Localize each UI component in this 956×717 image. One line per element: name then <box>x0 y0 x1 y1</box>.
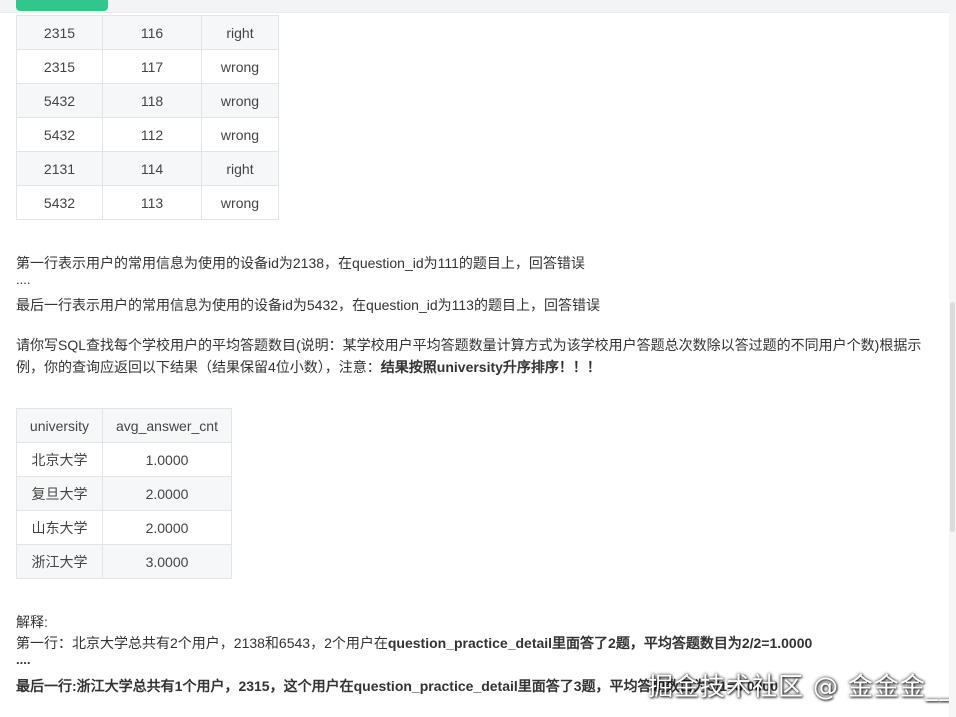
table-cell: 117 <box>102 49 202 84</box>
page-scrollbar[interactable] <box>949 12 956 717</box>
table-row: 浙江大学 3.0000 <box>16 544 232 579</box>
table-cell: 复旦大学 <box>16 476 103 511</box>
table-row: 2315 117 wrong <box>16 49 279 84</box>
watermark: 掘金技术社区 @ 金金金__ <box>648 672 953 701</box>
table-row: 复旦大学 2.0000 <box>16 476 232 511</box>
table-cell: 浙江大学 <box>16 544 103 579</box>
table-row: 5432 113 wrong <box>16 185 279 220</box>
table-cell: 北京大学 <box>16 442 103 477</box>
table-row: 5432 118 wrong <box>16 83 279 118</box>
table-row: 2315 116 right <box>16 15 279 50</box>
table-cell: wrong <box>201 117 279 152</box>
table-cell: 3.0000 <box>102 544 232 579</box>
table-cell: 114 <box>102 151 202 186</box>
table-cell: 116 <box>102 15 202 50</box>
explanation-line-1-prefix: 第一行：北京大学总共有2个用户，2138和6543，2个用户在 <box>16 635 388 651</box>
table-cell: right <box>201 151 279 186</box>
table-cell: 2.0000 <box>102 476 232 511</box>
table-cell: wrong <box>201 49 279 84</box>
table-cell: 2131 <box>16 151 103 186</box>
table-cell: 5432 <box>16 185 103 220</box>
table-cell: wrong <box>201 83 279 118</box>
sample-data-table: 2315 116 right 2315 117 wrong 5432 118 w… <box>16 15 279 220</box>
explanation-title: 解释: <box>16 614 48 630</box>
column-header: avg_answer_cnt <box>102 408 232 443</box>
table-cell: wrong <box>201 185 279 220</box>
table-cell: 2.0000 <box>102 510 232 545</box>
table-cell: 5432 <box>16 83 103 118</box>
table-row: 北京大学 1.0000 <box>16 442 232 477</box>
table-cell: 1.0000 <box>102 442 232 477</box>
expected-result-table: university avg_answer_cnt 北京大学 1.0000 复旦… <box>16 408 232 579</box>
column-header: university <box>16 408 103 443</box>
table-cell: 5432 <box>16 117 103 152</box>
description-line-2: 最后一行表示用户的常用信息为使用的设备id为5432，在question_id为… <box>16 297 600 313</box>
table-cell: 2315 <box>16 49 103 84</box>
table-cell: 2315 <box>16 15 103 50</box>
table-row: 山东大学 2.0000 <box>16 510 232 545</box>
table-row: 2131 114 right <box>16 151 279 186</box>
explanation-line-1-bold: question_practice_detail里面答了2题，平均答题数目为2/… <box>387 635 813 651</box>
top-bar <box>0 0 956 13</box>
run-button[interactable] <box>16 0 108 11</box>
table-cell: 山东大学 <box>16 510 103 545</box>
table-header-row: university avg_answer_cnt <box>16 408 232 443</box>
table-row: 5432 112 wrong <box>16 117 279 152</box>
explanation-line-1: 第一行：北京大学总共有2个用户，2138和6543，2个用户在question_… <box>16 633 812 653</box>
table-cell: 118 <box>102 83 202 118</box>
question-paragraph: 请你写SQL查找每个学校用户的平均答题数目(说明：某学校用户平均答题数量计算方式… <box>16 334 928 378</box>
table-cell: right <box>201 15 279 50</box>
question-emphasis: 结果按照university升序排序！！！ <box>380 359 601 375</box>
explanation-ellipsis: .... <box>16 652 31 667</box>
table-cell: 113 <box>102 185 202 220</box>
description-line-1: 第一行表示用户的常用信息为使用的设备id为2138，在question_id为1… <box>16 255 585 271</box>
table-cell: 112 <box>102 117 202 152</box>
scrollbar-thumb[interactable] <box>950 302 955 532</box>
description-ellipsis: .... <box>16 272 31 287</box>
